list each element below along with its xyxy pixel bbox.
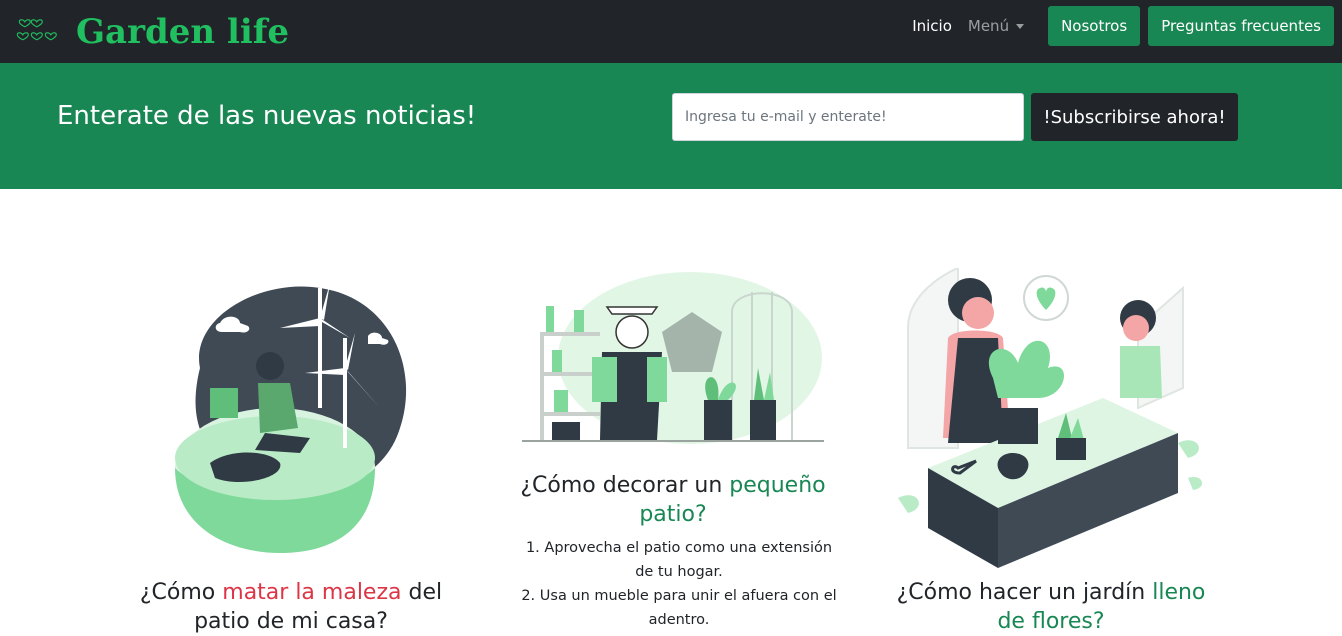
tips-list: 1. Aprovecha el patio como una extensión… xyxy=(520,536,838,632)
card-title-patio[interactable]: ¿Cómo decorar un pequeño patio? xyxy=(510,471,836,529)
email-input[interactable]: Ingresa tu e-mail y enterate! xyxy=(672,93,1024,141)
card-title-flowers[interactable]: ¿Cómo hacer un jardín lleno de flores? xyxy=(888,578,1214,636)
nav-links: Inicio Menú Nosotros Preguntas frecuente… xyxy=(912,6,1334,46)
brand-name: Garden life xyxy=(76,12,290,52)
card-title-pre: ¿Cómo xyxy=(139,580,223,605)
brand[interactable]: Garden life xyxy=(16,10,289,54)
card-title-pre: ¿Cómo hacer un jardín xyxy=(896,580,1153,605)
faq-button[interactable]: Preguntas frecuentes xyxy=(1148,6,1334,46)
banner-title: Enterate de las nuevas noticias! xyxy=(57,101,477,131)
card-title-highlight: matar la maleza xyxy=(222,580,402,605)
weed-removal-illustration xyxy=(175,283,407,553)
small-patio-illustration xyxy=(522,272,824,444)
hearts-icon xyxy=(16,19,57,41)
newsletter-banner: Enterate de las nuevas noticias! Ingresa… xyxy=(0,63,1342,189)
list-item: 2. Usa un mueble para unir el afuera con… xyxy=(521,588,837,628)
nosotros-button[interactable]: Nosotros xyxy=(1048,6,1141,46)
navbar: Garden life Inicio Menú Nosotros Pregunt… xyxy=(0,0,1342,63)
subscribe-button[interactable]: !Subscribirse ahora! xyxy=(1031,93,1238,141)
nav-dropdown-label: Menú xyxy=(967,17,1010,35)
card-title-weeds[interactable]: ¿Cómo matar la maleza del patio de mi ca… xyxy=(130,578,452,636)
email-placeholder: Ingresa tu e-mail y enterate! xyxy=(685,109,887,125)
card-title-pre: ¿Cómo decorar un xyxy=(520,473,730,498)
nav-dropdown-menu[interactable]: Menú xyxy=(967,6,1025,46)
flower-garden-illustration xyxy=(898,268,1203,568)
nav-link-inicio[interactable]: Inicio xyxy=(912,6,952,46)
list-item: 1. Aprovecha el patio como una extensión… xyxy=(525,540,833,580)
caret-down-icon xyxy=(1016,23,1025,29)
